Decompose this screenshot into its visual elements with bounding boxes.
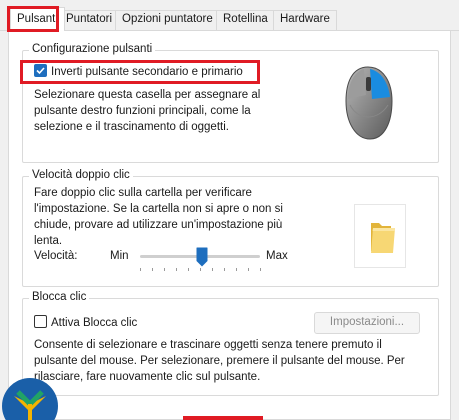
test-folder-box[interactable]	[354, 204, 406, 268]
tab-puntatori[interactable]: Puntatori	[59, 10, 120, 30]
bottom-highlight-annotation	[183, 416, 263, 420]
speed-min-label: Min	[110, 250, 129, 262]
click-lock-description: Consente di selezionare e trascinare ogg…	[34, 339, 405, 383]
mouse-illustration-icon	[345, 66, 393, 140]
double-click-title: Velocità doppio clic	[29, 169, 133, 181]
folder-icon[interactable]	[355, 205, 405, 267]
speed-label: Velocità:	[34, 250, 78, 262]
speed-slider-ticks	[140, 268, 261, 271]
click-lock-checkbox[interactable]	[34, 315, 47, 328]
tab-opzioni-puntatore[interactable]: Opzioni puntatore	[115, 10, 220, 30]
click-lock-checkbox-row[interactable]: Attiva Blocca clic	[34, 315, 137, 331]
swap-buttons-checkbox[interactable]	[34, 64, 47, 77]
tab-hardware[interactable]: Hardware	[273, 10, 337, 30]
double-click-description: Fare doppio clic sulla cartella per veri…	[34, 187, 283, 247]
tab-rotellina[interactable]: Rotellina	[216, 10, 275, 30]
swap-buttons-label: Inverti pulsante secondario e primario	[51, 66, 243, 78]
click-lock-label: Attiva Blocca clic	[51, 317, 138, 329]
tab-pulsanti[interactable]: Pulsanti	[10, 7, 65, 31]
speed-max-label: Max	[266, 250, 288, 262]
click-lock-title: Blocca clic	[29, 291, 90, 303]
speed-slider-thumb[interactable]	[196, 247, 208, 267]
button-config-title: Configurazione pulsanti	[29, 43, 156, 55]
site-logo-icon	[2, 378, 58, 420]
tab-strip: Pulsanti Puntatori Opzioni puntatore Rot…	[0, 0, 459, 33]
checkmark-icon	[36, 67, 45, 75]
click-lock-settings-button[interactable]: Impostazioni...	[314, 312, 420, 334]
mouse-illustration-box	[312, 55, 425, 159]
swap-buttons-checkbox-row[interactable]: Inverti pulsante secondario e primario	[34, 64, 243, 80]
button-config-description: Selezionare questa casella per assegnare…	[34, 89, 261, 133]
